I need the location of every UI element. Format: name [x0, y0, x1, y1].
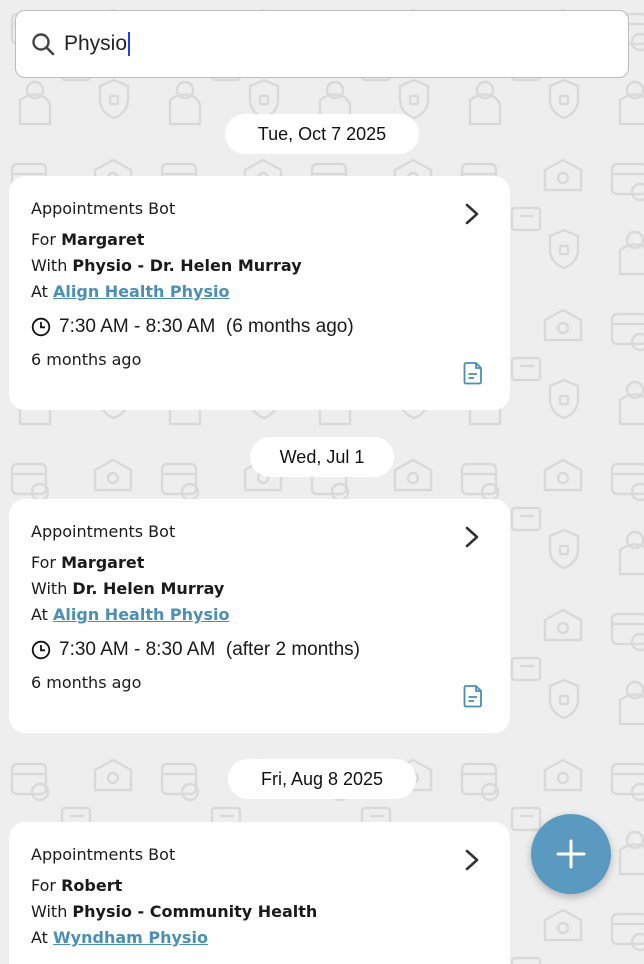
- card-for-line: For Margaret: [31, 553, 145, 572]
- relative-time: (6 months ago): [225, 316, 354, 337]
- location-link[interactable]: Align Health Physio: [53, 605, 229, 624]
- patient-name: Robert: [61, 876, 123, 895]
- card-for-line: For Robert: [31, 876, 123, 895]
- patient-name: Margaret: [61, 230, 145, 249]
- text-caret: [128, 32, 131, 56]
- appointment-card[interactable]: Appointments Bot For Robert With Physio …: [9, 822, 510, 964]
- clock-icon: [31, 640, 51, 660]
- add-appointment-button[interactable]: [531, 814, 611, 894]
- card-at-line: At Align Health Physio: [31, 282, 230, 301]
- card-sender: Appointments Bot: [31, 845, 176, 864]
- search-field[interactable]: Physio: [15, 10, 629, 78]
- chevron-right-icon[interactable]: [462, 525, 482, 549]
- appointment-card[interactable]: Appointments Bot For Margaret With Physi…: [9, 176, 510, 410]
- provider-name: Physio - Community Health: [72, 902, 318, 921]
- appointment-card[interactable]: Appointments Bot For Margaret With Dr. H…: [9, 499, 510, 733]
- card-time: 7:30 AM - 8:30 AM (6 months ago): [31, 309, 510, 345]
- date-header: Fri, Aug 8 2025: [228, 759, 416, 799]
- card-posted-ago: 6 months ago: [31, 350, 142, 369]
- date-header: Tue, Oct 7 2025: [225, 114, 419, 154]
- location-link[interactable]: Align Health Physio: [53, 282, 229, 301]
- note-icon[interactable]: [460, 360, 486, 386]
- relative-time: (after 2 months): [225, 639, 360, 660]
- card-with-line: With Dr. Helen Murray: [31, 579, 225, 598]
- location-link[interactable]: Wyndham Physio: [53, 928, 208, 947]
- card-with-line: With Physio - Community Health: [31, 902, 318, 921]
- provider-name: Physio - Dr. Helen Murray: [72, 256, 302, 275]
- provider-name: Dr. Helen Murray: [72, 579, 225, 598]
- note-icon[interactable]: [460, 683, 486, 709]
- date-header: Wed, Jul 1: [250, 437, 394, 477]
- clock-icon: [31, 317, 51, 337]
- card-at-line: At Wyndham Physio: [31, 928, 208, 947]
- card-sender: Appointments Bot: [31, 522, 176, 541]
- plus-icon: [556, 839, 586, 869]
- card-posted-ago: 6 months ago: [31, 673, 142, 692]
- card-with-line: With Physio - Dr. Helen Murray: [31, 256, 302, 275]
- search-input-value[interactable]: Physio: [64, 32, 127, 56]
- patient-name: Margaret: [61, 553, 145, 572]
- search-icon: [32, 33, 55, 56]
- card-time: 7:30 AM - 8:30 AM (after 2 months): [31, 632, 510, 668]
- card-at-line: At Align Health Physio: [31, 605, 230, 624]
- chevron-right-icon[interactable]: [462, 202, 482, 226]
- card-sender: Appointments Bot: [31, 199, 176, 218]
- card-for-line: For Margaret: [31, 230, 145, 249]
- chevron-right-icon[interactable]: [462, 848, 482, 872]
